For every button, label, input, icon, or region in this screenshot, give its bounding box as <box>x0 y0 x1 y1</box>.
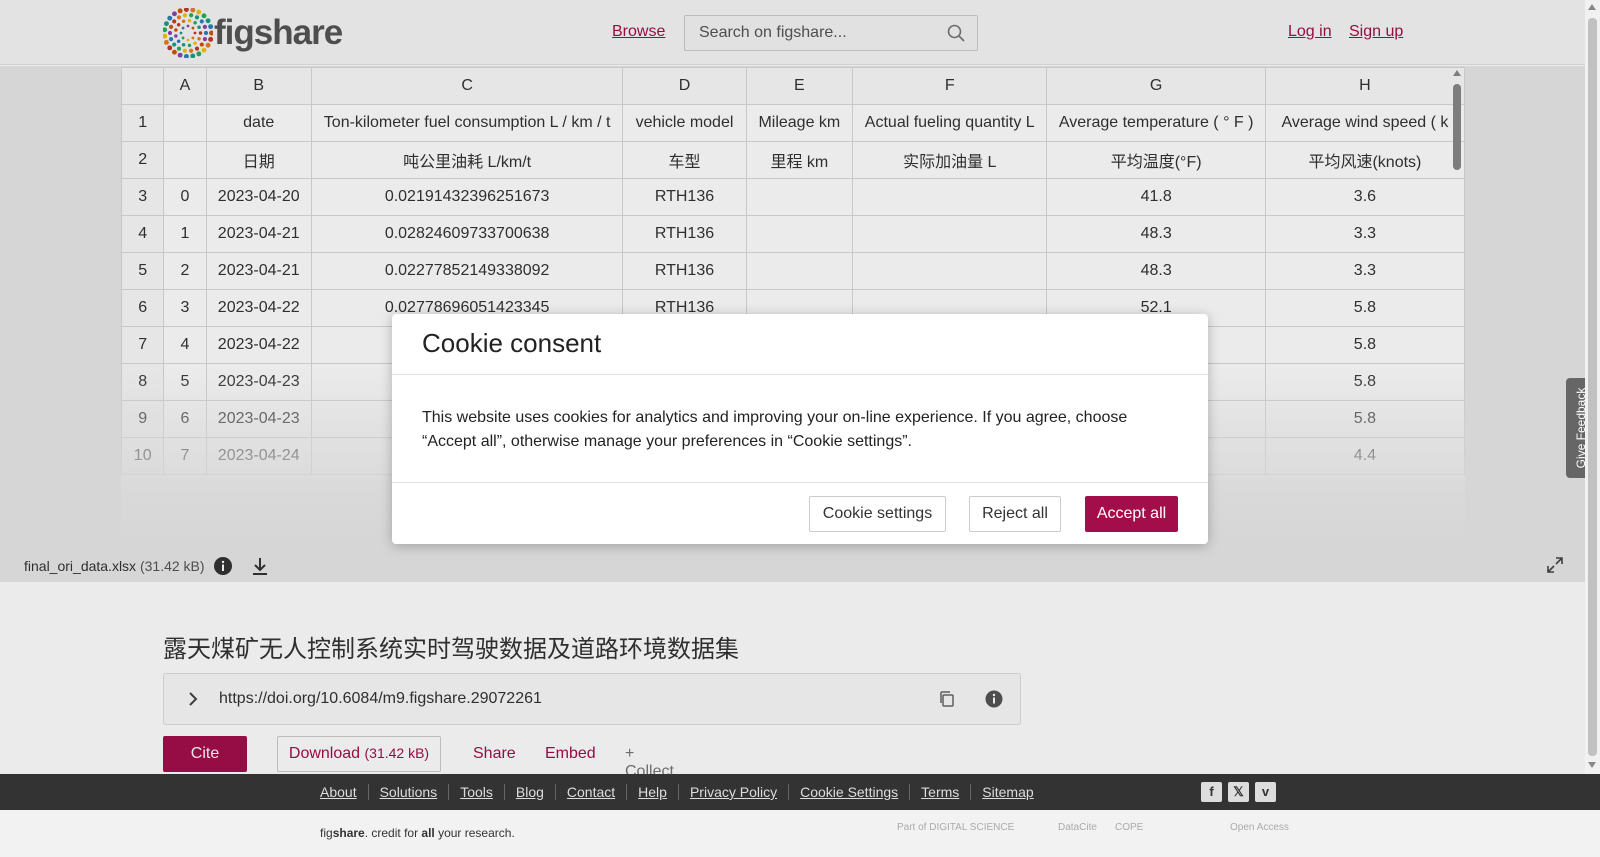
cookie-dialog-text: This website uses cookies for analytics … <box>422 409 1128 450</box>
footer-link-tools[interactable]: Tools <box>448 784 504 800</box>
vimeo-icon[interactable]: v <box>1255 782 1276 802</box>
footer-link-terms[interactable]: Terms <box>909 784 970 800</box>
footer-link-about[interactable]: About <box>320 784 368 800</box>
footer-link-solutions[interactable]: Solutions <box>367 784 449 800</box>
page-scrollbar[interactable] <box>1585 0 1600 774</box>
accept-all-button[interactable]: Accept all <box>1085 496 1178 532</box>
x-twitter-icon[interactable]: 𝕏 <box>1228 782 1249 802</box>
footer-link-privacy-policy[interactable]: Privacy Policy <box>677 784 788 800</box>
divider <box>392 482 1208 483</box>
tagline-pre: fig <box>320 826 333 840</box>
footer-link-cookie-settings[interactable]: Cookie Settings <box>788 784 909 800</box>
datacite-logo[interactable]: DataCite <box>1058 822 1097 833</box>
reject-all-button[interactable]: Reject all <box>969 496 1061 532</box>
tagline-mid: . credit for <box>364 826 422 840</box>
page-scroll-up-icon[interactable] <box>1588 4 1596 10</box>
footer-tagline: figshare. credit for all your research. <box>320 826 515 840</box>
footer-link-blog[interactable]: Blog <box>503 784 555 800</box>
tagline-brand: share <box>332 826 365 840</box>
tagline-post: your research. <box>434 826 515 840</box>
cookie-consent-dialog: Cookie consent This website uses cookies… <box>392 314 1208 544</box>
open-access-logo[interactable]: Open Access <box>1230 822 1289 833</box>
cookie-settings-button[interactable]: Cookie settings <box>809 496 946 532</box>
page-scrollbar-thumb[interactable] <box>1588 18 1597 756</box>
tagline-all: all <box>421 826 435 840</box>
cope-logo[interactable]: COPE <box>1115 822 1143 833</box>
divider <box>392 374 1208 375</box>
footer-links: About Solutions Tools Blog Contact Help Privac… <box>320 784 1045 800</box>
cookie-dialog-title: Cookie consent <box>422 328 602 358</box>
footer-bottom: figshare. credit for all your research. … <box>0 810 1600 857</box>
footer-link-contact[interactable]: Contact <box>554 784 626 800</box>
digital-science-logo[interactable]: Part of DIGITAL SCIENCE <box>897 822 1014 833</box>
footer-link-sitemap[interactable]: Sitemap <box>970 784 1044 800</box>
footer-link-help[interactable]: Help <box>626 784 678 800</box>
facebook-icon[interactable]: f <box>1201 782 1222 802</box>
page-scroll-down-icon[interactable] <box>1588 762 1596 768</box>
footer-nav: About Solutions Tools Blog Contact Help Privac… <box>0 774 1600 810</box>
